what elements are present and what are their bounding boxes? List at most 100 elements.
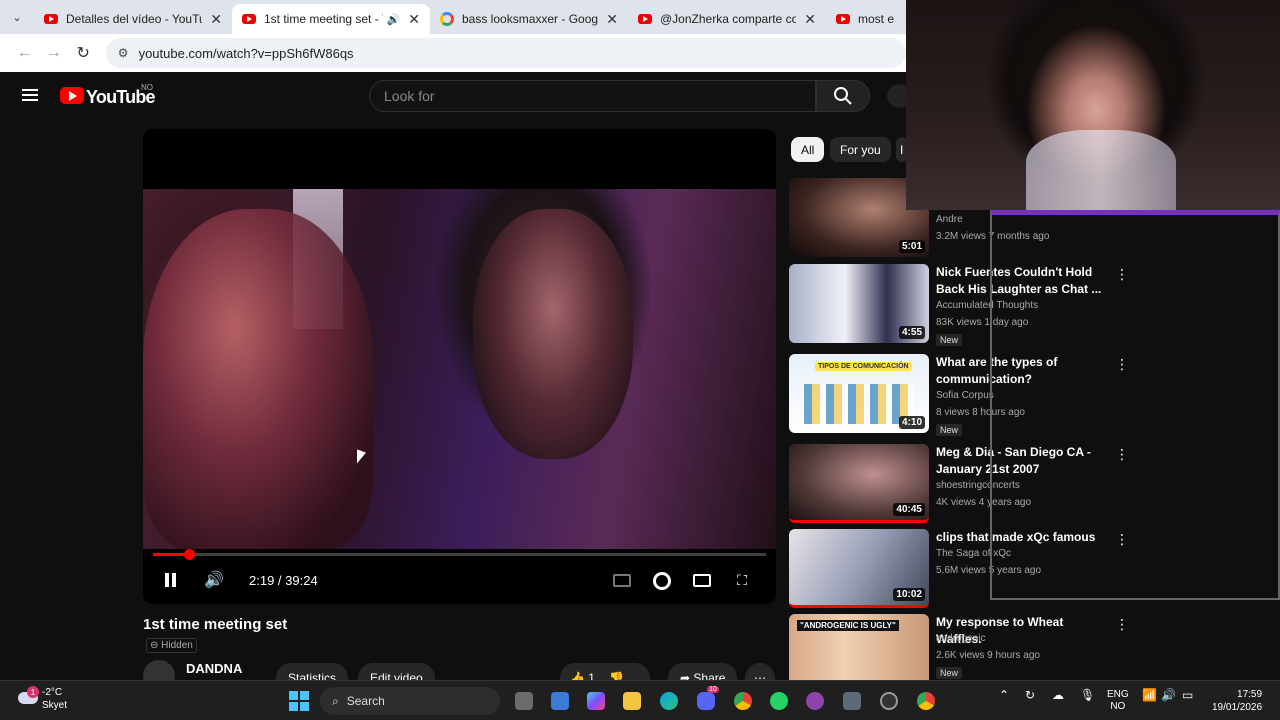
- task-view-icon[interactable]: [515, 692, 533, 710]
- copilot-icon[interactable]: [587, 692, 605, 710]
- browser-tab-1[interactable]: Detalles del vídeo - YouTube St ✕: [34, 4, 232, 34]
- windows-start-icon[interactable]: [289, 691, 309, 711]
- tab-title: most embar: [858, 12, 894, 26]
- whatsapp-icon[interactable]: [770, 692, 788, 710]
- visibility-badge: ⊖ Hidden: [146, 638, 197, 653]
- fullscreen-icon[interactable]: ⛶: [734, 572, 750, 588]
- forward-arrow-icon[interactable]: →: [39, 38, 68, 68]
- mouse-cursor-icon: [357, 449, 366, 467]
- tray-cloud-icon[interactable]: ☁: [1052, 689, 1064, 701]
- search-input[interactable]: Look for: [369, 80, 816, 112]
- video-duration: 4:55: [898, 326, 925, 339]
- video-thumbnail[interactable]: 4:55: [789, 264, 929, 343]
- search-button[interactable]: [816, 80, 870, 112]
- video-thumbnail[interactable]: TIPOS DE COMUNICACIÓN 4:10: [789, 354, 929, 433]
- recommendation-item[interactable]: "ANDROGENIC IS UGLY" My response to Whea…: [789, 614, 1129, 680]
- video-person-left: [143, 209, 373, 549]
- rec-channel[interactable]: Andre: [936, 214, 963, 225]
- video-duration: 10:02: [893, 588, 925, 601]
- reload-icon[interactable]: ↻: [69, 38, 98, 68]
- volume-icon[interactable]: 🔊: [203, 570, 225, 590]
- edge-icon[interactable]: [660, 692, 678, 710]
- progress-scrubber[interactable]: [184, 549, 196, 560]
- stream-chat-frame: [990, 210, 1280, 600]
- chrome-active-icon[interactable]: [917, 692, 935, 710]
- obs-icon[interactable]: [880, 692, 898, 710]
- speaker-icon[interactable]: 🔊: [387, 13, 401, 26]
- video-thumbnail[interactable]: "ANDROGENIC IS UGLY": [789, 614, 929, 680]
- video-thumbnail[interactable]: 40:45: [789, 444, 929, 523]
- volume-icon[interactable]: 🔊: [1161, 689, 1176, 701]
- thumbnail-text: "ANDROGENIC IS UGLY": [797, 620, 899, 631]
- browser-tab-3[interactable]: bass looksmaxxer - Google Sea ✕: [430, 4, 628, 34]
- webcam-overlay: [906, 0, 1280, 210]
- webcam-person: [1026, 130, 1176, 210]
- browser-tab-5[interactable]: most embar: [826, 4, 904, 34]
- video-duration: 40:45: [893, 503, 925, 516]
- clock-date: 19/01/2026: [1212, 702, 1263, 713]
- new-badge: New: [936, 334, 963, 346]
- file-explorer-icon[interactable]: [623, 692, 641, 710]
- channel-name[interactable]: DANDNA: [186, 661, 242, 676]
- tab-close-icon[interactable]: ✕: [210, 11, 222, 28]
- clock-time: 17:59: [1237, 689, 1263, 700]
- settings-gear-icon[interactable]: [653, 572, 671, 590]
- kebab-menu-icon[interactable]: ⋮: [1115, 616, 1129, 633]
- google-favicon-icon: [440, 12, 454, 26]
- weather-widget[interactable]: 1 -2°C Skyet: [18, 686, 67, 712]
- youtube-favicon-icon: [242, 14, 256, 24]
- messaging-app-icon[interactable]: [806, 692, 824, 710]
- url-field[interactable]: ⚙ youtube.com/watch?v=ppSh6fW86qs: [105, 38, 906, 68]
- video-duration: 5:01: [898, 240, 925, 253]
- discord-icon[interactable]: 10: [697, 686, 719, 710]
- tab-close-icon[interactable]: ✕: [408, 11, 420, 28]
- tray-mic-icon[interactable]: 🎙: [1080, 689, 1095, 701]
- browser-tab-strip: ⌄ Detalles del vídeo - YouTube St ✕ 1st …: [0, 0, 906, 34]
- youtube-favicon-icon: [44, 14, 58, 24]
- tray-chevron-icon[interactable]: ⌃: [999, 689, 1009, 701]
- search-icon: [834, 87, 852, 105]
- system-clock[interactable]: 17:59 19/01/2026: [1212, 688, 1262, 714]
- youtube-favicon-icon: [836, 14, 850, 24]
- wifi-icon[interactable]: 📶: [1142, 689, 1157, 701]
- settings-gear-icon[interactable]: [843, 692, 861, 710]
- rec-channel[interactable]: androgenic: [936, 633, 985, 644]
- chip-for-you[interactable]: For you: [830, 137, 891, 162]
- video-duration: 4:10: [898, 416, 925, 429]
- windows-taskbar: 1 -2°C Skyet ⌕ Search 10 ⌃ ↻ ☁ 🎙 ENG NO …: [0, 680, 1280, 720]
- video-frame[interactable]: [143, 189, 776, 549]
- time-display: 2:19 / 39:24: [249, 572, 318, 588]
- tab-search-chevron-icon[interactable]: ⌄: [0, 0, 34, 34]
- subtitles-icon[interactable]: [613, 574, 631, 587]
- theater-mode-icon[interactable]: [693, 574, 711, 587]
- site-info-icon[interactable]: ⚙: [118, 46, 129, 60]
- back-arrow-icon[interactable]: ←: [10, 38, 39, 68]
- progress-bar[interactable]: [153, 549, 766, 560]
- chip-all[interactable]: All: [791, 137, 825, 162]
- video-thumbnail[interactable]: 10:02: [789, 529, 929, 608]
- store-icon[interactable]: [551, 692, 569, 710]
- pause-button[interactable]: [163, 570, 177, 590]
- tab-close-icon[interactable]: ✕: [606, 11, 618, 28]
- region-code: NO: [141, 83, 153, 92]
- browser-tab-2[interactable]: 1st time meeting set - YouT 🔊 ✕: [232, 4, 430, 34]
- browser-tab-4[interactable]: @JonZherka comparte consejo ✕: [628, 4, 826, 34]
- search-placeholder: Look for: [384, 88, 435, 104]
- hamburger-menu-icon[interactable]: [22, 89, 38, 101]
- youtube-logo-icon[interactable]: [60, 87, 84, 104]
- rec-channel[interactable]: Sofia Corpus: [936, 390, 994, 401]
- chrome-icon[interactable]: [734, 692, 752, 710]
- tab-title: bass looksmaxxer - Google Sea: [462, 12, 599, 26]
- youtube-favicon-icon: [638, 14, 652, 24]
- video-player[interactable]: 🔊 2:19 / 39:24 ⛶: [143, 129, 776, 604]
- taskbar-search[interactable]: ⌕ Search: [320, 687, 500, 715]
- taskbar-search-label: Search: [346, 694, 385, 708]
- video-person-right: [473, 209, 633, 459]
- tab-close-icon[interactable]: ✕: [804, 11, 816, 28]
- thumbnail-text: TIPOS DE COMUNICACIÓN: [815, 362, 912, 371]
- tray-sync-icon[interactable]: ↻: [1025, 689, 1035, 701]
- battery-icon[interactable]: ▭: [1182, 689, 1193, 701]
- language-indicator[interactable]: ENG NO: [1107, 689, 1129, 713]
- screen: ⌄ Detalles del vídeo - YouTube St ✕ 1st …: [0, 0, 1280, 720]
- new-badge: New: [936, 424, 963, 436]
